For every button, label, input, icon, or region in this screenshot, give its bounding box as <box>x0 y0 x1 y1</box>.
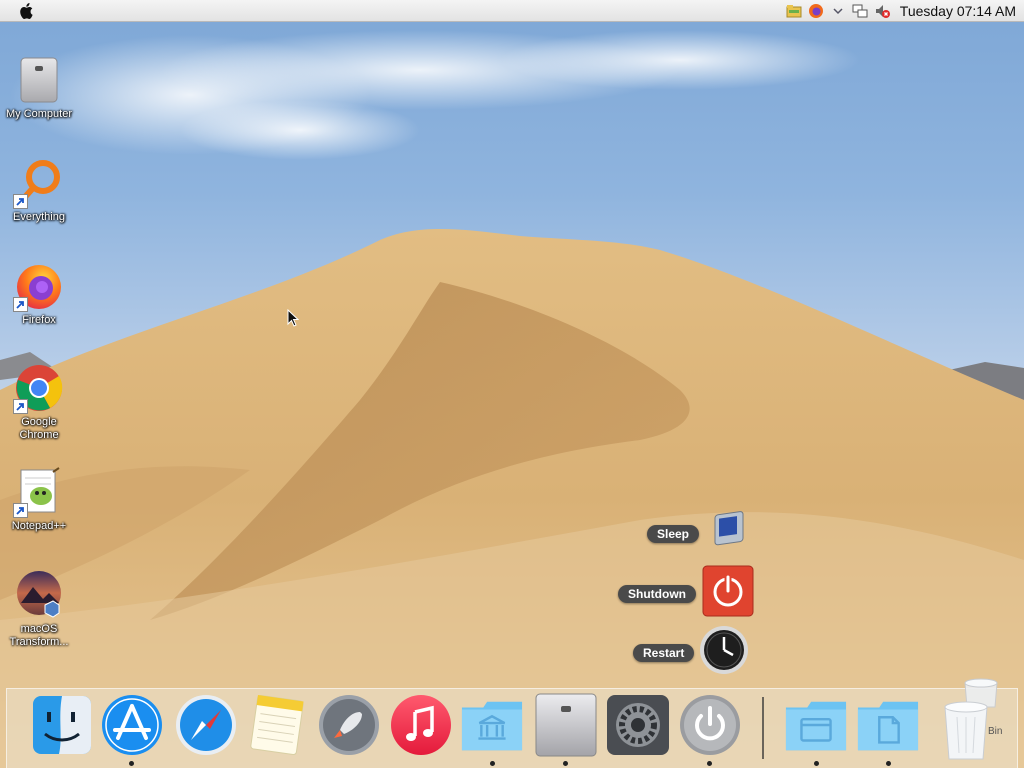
sleep-label[interactable]: Sleep <box>647 524 700 543</box>
dock-library-folder[interactable] <box>460 692 524 758</box>
shortcut-arrow-icon <box>13 503 28 518</box>
desktop-icon-firefox[interactable]: Firefox <box>1 260 77 327</box>
network-icon[interactable] <box>852 3 868 19</box>
system-tray: Tuesday 07:14 AM <box>786 0 1016 22</box>
desktop-icon-label: macOS Transform... <box>9 623 69 648</box>
shortcut-arrow-icon <box>13 194 28 209</box>
music-icon <box>391 695 451 755</box>
chrome-icon <box>13 362 65 414</box>
launchpad-icon <box>319 695 379 755</box>
mouse-cursor-icon <box>287 308 300 332</box>
desktop-icon-chrome[interactable]: Google Chrome <box>1 362 77 442</box>
desktop-icon-everything[interactable]: Everything <box>1 157 77 224</box>
app-store-icon <box>102 695 162 755</box>
dock-notes[interactable] <box>245 692 309 758</box>
firefox-tray-icon[interactable] <box>808 3 824 19</box>
running-indicator <box>129 761 134 766</box>
dock-computer[interactable] <box>534 692 598 758</box>
apple-logo-icon[interactable] <box>12 0 40 22</box>
applications-folder-icon <box>785 701 847 751</box>
desktop-icon-label: Firefox <box>22 314 56 326</box>
desktop-icon-label: Everything <box>13 211 65 223</box>
desktop-icon-my-computer[interactable]: My Computer <box>1 54 77 121</box>
gear-icon <box>607 695 669 755</box>
firefox-icon <box>13 260 65 312</box>
dock-power[interactable] <box>678 692 742 758</box>
library-folder-icon <box>461 701 523 751</box>
finder-icon <box>33 696 91 754</box>
dock-applications-folder[interactable] <box>784 692 848 758</box>
safari-icon <box>176 695 236 755</box>
restart-label[interactable]: Restart <box>633 643 695 662</box>
dock-documents-folder[interactable] <box>856 692 920 758</box>
sleep-icon[interactable] <box>709 510 751 557</box>
documents-folder-icon <box>857 701 919 751</box>
dock-safari[interactable] <box>174 692 238 758</box>
shortcut-arrow-icon <box>13 399 28 414</box>
trash-label: Bin <box>988 726 1003 737</box>
desktop-icon-label: Notepad++ <box>11 520 67 532</box>
volume-muted-icon[interactable] <box>874 3 890 19</box>
dune-wallpaper <box>0 30 1024 768</box>
running-indicator <box>490 761 495 766</box>
power-icon <box>680 695 740 755</box>
running-indicator <box>886 761 891 766</box>
notepad-plus-plus-icon <box>13 466 65 518</box>
restart-icon[interactable] <box>698 624 750 681</box>
sleep-option[interactable]: Sleep <box>647 510 751 557</box>
dock-app-store[interactable] <box>100 692 164 758</box>
clock[interactable]: Tuesday 07:14 AM <box>900 3 1016 19</box>
desktop-wallpaper <box>0 0 1024 768</box>
shutdown-icon[interactable] <box>702 565 754 622</box>
desktop-icon-label: Google Chrome <box>19 416 59 441</box>
dock-separator <box>762 697 764 759</box>
dock-launchpad[interactable] <box>317 692 381 758</box>
running-indicator <box>814 761 819 766</box>
running-indicator <box>563 761 568 766</box>
everything-search-icon <box>13 157 65 209</box>
folder-tray-icon[interactable] <box>786 3 802 19</box>
trash-icon <box>944 678 998 760</box>
macos-transformation-icon <box>13 569 65 621</box>
dock-music[interactable] <box>389 692 453 758</box>
restart-option[interactable]: Restart <box>633 624 750 681</box>
desktop-icon-macos-transformation[interactable]: macOS Transform... <box>1 569 77 649</box>
notes-icon <box>250 694 304 756</box>
computer-icon <box>535 693 597 757</box>
dock-system-preferences[interactable] <box>606 692 670 758</box>
menu-bar: Tuesday 07:14 AM <box>0 0 1024 22</box>
running-indicator <box>707 761 712 766</box>
desktop-icon-notepad-plus-plus[interactable]: Notepad++ <box>1 466 77 533</box>
shutdown-option[interactable]: Shutdown <box>618 565 754 622</box>
desktop-icon-label: My Computer <box>5 108 73 120</box>
chevron-down-icon[interactable] <box>830 3 846 19</box>
dock-trash[interactable]: Bin <box>930 676 1010 762</box>
computer-icon <box>13 54 65 106</box>
shutdown-label[interactable]: Shutdown <box>618 584 696 603</box>
shortcut-arrow-icon <box>13 297 28 312</box>
dock-finder[interactable] <box>30 692 94 758</box>
